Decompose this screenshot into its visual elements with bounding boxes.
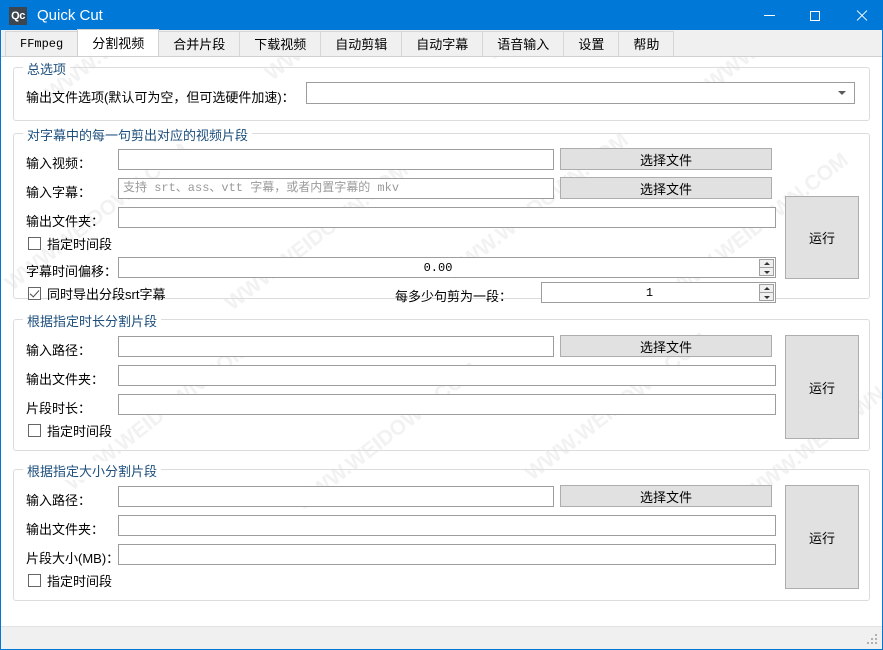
specify-timerange-checkbox-duration[interactable]: 指定时间段 (28, 421, 112, 440)
group-size-split: 根据指定大小分割片段 输入路径： 选择文件 输出文件夹： 片段大小(MB)： 指… (13, 461, 870, 601)
group-duration-split-title: 根据指定时长分割片段 (23, 311, 162, 330)
spin-down-icon[interactable] (759, 268, 774, 276)
choose-file-subtitle-button[interactable]: 选择文件 (560, 177, 772, 199)
tab-content-split-video: WWW.WEIDOWN.COM WWW.WEIDOWN.COM WWW.WEID… (1, 57, 882, 627)
spin-down-icon[interactable] (759, 293, 774, 301)
title-bar: Qc Quick Cut (1, 1, 882, 30)
group-subtitle-cut-title: 对字幕中的每一句剪出对应的视频片段 (23, 125, 253, 144)
input-path-label-size: 输入路径： (26, 493, 92, 508)
resize-grip-icon[interactable] (867, 634, 879, 646)
choose-file-button-duration[interactable]: 选择文件 (560, 335, 772, 357)
input-video-label: 输入视频： (26, 156, 92, 171)
specify-timerange-label-size: 指定时间段 (47, 574, 113, 589)
tab-download-video[interactable]: 下载视频 (239, 31, 322, 56)
minimize-icon (763, 15, 775, 16)
tab-settings[interactable]: 设置 (563, 31, 620, 56)
checkbox-icon (28, 574, 41, 587)
tab-split-video[interactable]: 分割视频 (77, 29, 160, 56)
watermark-text: WWW.WEIDOWN.COM (481, 57, 673, 66)
tab-help[interactable]: 帮助 (618, 31, 675, 56)
tab-merge-clips[interactable]: 合并片段 (158, 31, 241, 56)
window-title: Quick Cut (37, 7, 103, 24)
chevron-down-icon (838, 91, 846, 95)
group-size-split-title: 根据指定大小分割片段 (23, 461, 162, 480)
time-offset-value: 0.00 (423, 260, 453, 275)
status-bar (1, 626, 882, 649)
specify-timerange-label-subtitle: 指定时间段 (47, 237, 113, 252)
run-button-size-split[interactable]: 运行 (785, 485, 859, 589)
tab-auto-subtitle[interactable]: 自动字幕 (401, 31, 484, 56)
sentences-per-clip-label: 每多少句剪为一段： (395, 289, 513, 304)
input-subtitle-label: 输入字幕： (26, 185, 92, 200)
output-folder-field-duration[interactable] (118, 365, 776, 386)
sentences-per-clip-spinner[interactable]: 1 (541, 282, 776, 303)
group-duration-split: 根据指定时长分割片段 输入路径： 选择文件 输出文件夹： 片段时长： 指定时间段… (13, 311, 870, 451)
clip-size-field[interactable] (118, 544, 776, 565)
output-folder-field-size[interactable] (118, 515, 776, 536)
window-controls (746, 1, 882, 30)
clip-duration-label: 片段时长： (26, 401, 92, 416)
output-folder-label-duration: 输出文件夹： (26, 372, 105, 387)
run-button-subtitle-cut[interactable]: 运行 (785, 196, 859, 279)
checkbox-icon (28, 237, 41, 250)
output-file-options-label: 输出文件选项(默认可为空，但可选硬件加速)： (26, 90, 295, 105)
quick-cut-window: Qc Quick Cut FFmpeg 分割视频 合并片段 下载视频 自动剪辑 … (0, 0, 883, 650)
input-path-field-size[interactable] (118, 486, 554, 507)
group-subtitle-cut: 对字幕中的每一句剪出对应的视频片段 输入视频： 选择文件 输入字幕： 支持 sr… (13, 125, 870, 304)
sentences-per-clip-value: 1 (645, 285, 654, 300)
export-srt-checkbox[interactable]: 同时导出分段srt字幕 (28, 284, 165, 303)
spin-up-icon[interactable] (759, 259, 774, 268)
sentences-per-clip-spin-buttons[interactable] (759, 284, 774, 301)
tab-ffmpeg[interactable]: FFmpeg (5, 31, 79, 56)
output-folder-field-subtitle[interactable] (118, 207, 776, 228)
group-general-options-title: 总选项 (23, 59, 71, 78)
close-icon (855, 10, 867, 22)
tab-bar: FFmpeg 分割视频 合并片段 下载视频 自动剪辑 自动字幕 语音输入 设置 … (1, 29, 882, 57)
specify-timerange-checkbox-subtitle[interactable]: 指定时间段 (28, 234, 112, 253)
input-subtitle-field[interactable]: 支持 srt、ass、vtt 字幕，或者内置字幕的 mkv (118, 178, 554, 199)
clip-size-label: 片段大小(MB)： (26, 551, 120, 566)
app-icon: Qc (9, 6, 27, 25)
output-folder-label-subtitle: 输出文件夹： (26, 214, 105, 229)
checkbox-icon (28, 287, 41, 300)
tab-voice-input[interactable]: 语音输入 (482, 31, 565, 56)
specify-timerange-checkbox-size[interactable]: 指定时间段 (28, 571, 112, 590)
specify-timerange-label-duration: 指定时间段 (47, 424, 113, 439)
maximize-icon (810, 10, 820, 21)
input-path-label-duration: 输入路径： (26, 343, 92, 358)
maximize-button[interactable] (792, 1, 838, 30)
time-offset-spinner[interactable]: 0.00 (118, 257, 776, 278)
time-offset-label: 字幕时间偏移： (26, 264, 118, 279)
close-button[interactable] (838, 1, 882, 30)
clip-duration-field[interactable] (118, 394, 776, 415)
input-path-field-duration[interactable] (118, 336, 554, 357)
choose-file-button-size[interactable]: 选择文件 (560, 485, 772, 507)
minimize-button[interactable] (746, 1, 792, 30)
run-button-duration-split[interactable]: 运行 (785, 335, 859, 439)
checkbox-icon (28, 424, 41, 437)
output-file-options-combo[interactable] (306, 82, 855, 104)
choose-file-video-button[interactable]: 选择文件 (560, 148, 772, 170)
export-srt-label: 同时导出分段srt字幕 (47, 287, 166, 302)
group-general-options: 总选项 输出文件选项(默认可为空，但可选硬件加速)： (13, 59, 870, 121)
time-offset-spin-buttons[interactable] (759, 259, 774, 276)
input-video-field[interactable] (118, 149, 554, 170)
spin-up-icon[interactable] (759, 284, 774, 293)
output-folder-label-size: 输出文件夹： (26, 522, 105, 537)
tab-auto-edit[interactable]: 自动剪辑 (320, 31, 403, 56)
